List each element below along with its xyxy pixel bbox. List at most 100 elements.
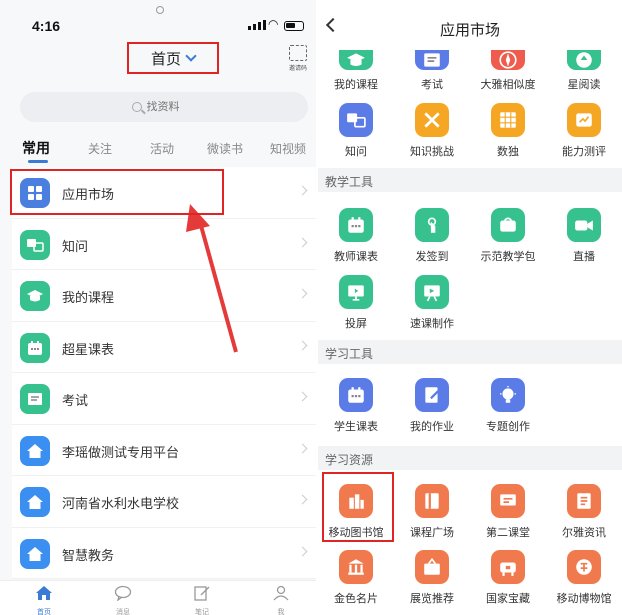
- app-tile[interactable]: 尔雅资讯: [546, 484, 622, 540]
- app-tile[interactable]: 展览推荐: [394, 550, 470, 606]
- app-tile[interactable]: 国家宝藏: [470, 550, 546, 606]
- chevron-down-icon: [185, 50, 197, 62]
- search-icon: [131, 102, 142, 112]
- app-tile[interactable]: 示范教学包: [470, 208, 546, 264]
- app-tile-label: 专题创作: [486, 421, 530, 433]
- chevron-right-icon: [297, 443, 308, 453]
- home-icon: [27, 495, 43, 509]
- app-tile-label: 数独: [497, 146, 519, 158]
- app-tile[interactable]: 考试: [394, 50, 470, 92]
- list-item[interactable]: 智慧教务: [12, 527, 318, 579]
- list-item[interactable]: 河南省水利水电学校: [12, 476, 318, 528]
- book-icon: [425, 493, 439, 509]
- lightbulb-icon: [500, 386, 516, 403]
- app-tile[interactable]: 知问: [318, 103, 394, 159]
- app-tile[interactable]: 发签到: [394, 208, 470, 264]
- app-tile-icon: [567, 208, 601, 242]
- search-input[interactable]: [146, 101, 197, 113]
- app-tile-label: 教师课表: [334, 251, 378, 263]
- nav-messages[interactable]: 消息: [103, 585, 143, 615]
- tab-knowledge-video[interactable]: 知视频: [270, 140, 306, 157]
- chevron-right-icon: [297, 391, 308, 402]
- nav-home[interactable]: 首页: [24, 585, 64, 615]
- app-tile-label: 能力测评: [562, 146, 606, 158]
- app-tile-icon: [415, 550, 449, 584]
- chat-bubble-icon: [114, 585, 132, 602]
- app-tile[interactable]: 知识挑战: [394, 103, 470, 159]
- calendar-icon: [348, 217, 364, 233]
- app-tile[interactable]: 专题创作: [470, 378, 546, 434]
- app-tile-icon: [339, 50, 373, 70]
- app-tile-label: 金色名片: [334, 593, 378, 605]
- app-tile[interactable]: 课程广场: [394, 484, 470, 540]
- graduation-cap-icon: [27, 290, 43, 302]
- section-header: 教学工具: [318, 168, 622, 192]
- tab-common[interactable]: 常用: [22, 138, 50, 158]
- tab-micro-reading[interactable]: 微读书: [207, 140, 243, 157]
- app-tile[interactable]: 数独: [470, 103, 546, 159]
- app-tile[interactable]: 移动图书馆: [318, 472, 394, 542]
- app-tile-label: 移动图书馆: [328, 527, 384, 539]
- crossed-swords-icon: [424, 112, 440, 128]
- home-icon: [27, 546, 43, 561]
- treasure-icon: [500, 562, 516, 576]
- app-tile-label: 星阅读: [567, 79, 601, 91]
- app-tile[interactable]: 金色名片: [318, 550, 394, 606]
- app-tile[interactable]: 我的作业: [394, 378, 470, 434]
- list-item[interactable]: 超星课表: [12, 321, 318, 373]
- app-tile[interactable]: 投屏: [318, 275, 394, 331]
- invite-code-button[interactable]: 邀请码: [287, 45, 309, 72]
- list-item-label: 知问: [62, 238, 89, 254]
- list-item[interactable]: 应用市场: [10, 167, 318, 219]
- app-tile[interactable]: 教师课表: [318, 208, 394, 264]
- list-item-icon: [20, 538, 50, 569]
- qa-icon: [27, 238, 44, 252]
- assessment-icon: [576, 113, 592, 127]
- app-tile-label: 示范教学包: [480, 251, 536, 263]
- app-tile-icon: [415, 103, 449, 137]
- section-title: 学习工具: [325, 347, 374, 361]
- app-tile-icon: [415, 484, 449, 518]
- chevron-right-icon: [297, 494, 308, 505]
- graduation-cap-icon: [347, 53, 365, 67]
- package-icon: [500, 217, 516, 232]
- list-item-icon: [20, 178, 50, 208]
- nav-notes-label: 笔记: [195, 609, 209, 615]
- app-tile[interactable]: 移动博物馆: [546, 550, 622, 606]
- app-tile[interactable]: 星阅读: [546, 50, 622, 92]
- app-tile-icon: [491, 484, 525, 518]
- tab-follow[interactable]: 关注: [88, 140, 112, 157]
- app-tile[interactable]: 学生课表: [318, 378, 394, 434]
- list-item[interactable]: 我的课程: [12, 270, 318, 322]
- app-tile[interactable]: 我的课程: [318, 50, 394, 92]
- app-tile[interactable]: 能力测评: [546, 103, 622, 159]
- search-bar[interactable]: [20, 92, 308, 122]
- list-item[interactable]: 知问: [12, 218, 318, 270]
- app-tile-label: 直播: [573, 251, 595, 263]
- list-item[interactable]: 李瑶做测试专用平台: [12, 424, 318, 476]
- home-title-dropdown[interactable]: 首页: [127, 42, 219, 74]
- app-tile-icon: [415, 275, 449, 309]
- homework-icon: [425, 387, 441, 403]
- video-icon: [575, 220, 593, 231]
- nav-me-label: 我: [277, 609, 285, 615]
- app-tile-icon: [491, 378, 525, 412]
- tab-activity[interactable]: 活动: [150, 140, 174, 157]
- calendar-icon: [348, 387, 364, 403]
- nav-notes[interactable]: 笔记: [182, 585, 222, 615]
- list-item[interactable]: 考试: [12, 373, 318, 425]
- app-market-header: 应用市场: [318, 0, 622, 44]
- exam-icon: [424, 53, 440, 67]
- home-icon: [27, 443, 43, 458]
- app-tile-icon: [339, 550, 373, 584]
- list-item-icon: [20, 435, 50, 466]
- screen-icon: [348, 285, 364, 301]
- app-tile-label: 考试: [421, 79, 443, 91]
- app-tile[interactable]: 直播: [546, 208, 622, 264]
- app-tile[interactable]: 速课制作: [394, 275, 470, 331]
- qa-icon: [347, 113, 366, 128]
- app-tile[interactable]: 第二课堂: [470, 484, 546, 540]
- app-tile-icon: [339, 378, 373, 412]
- app-tile[interactable]: 大雅相似度: [470, 50, 546, 92]
- nav-me[interactable]: 我: [261, 585, 301, 615]
